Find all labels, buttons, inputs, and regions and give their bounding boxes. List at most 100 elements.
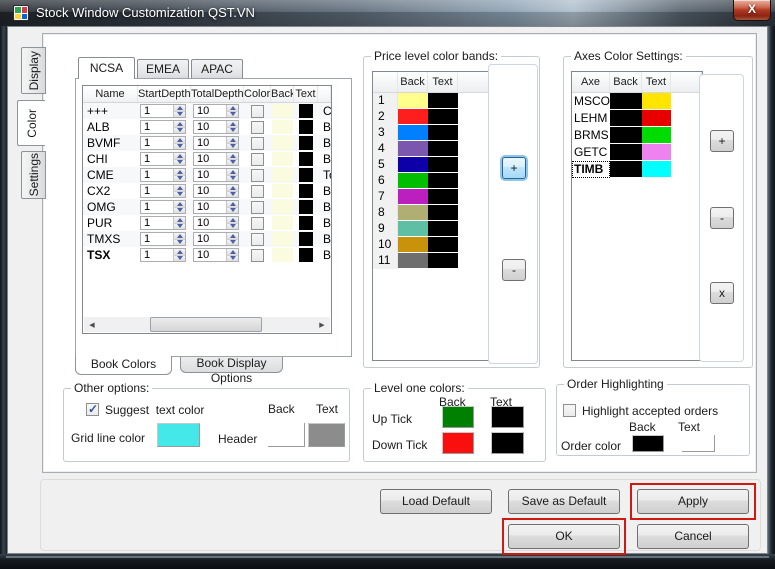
back-color-swatch[interactable] — [272, 248, 293, 262]
start-depth-value[interactable]: 1 — [141, 233, 173, 245]
back-color-swatch[interactable] — [398, 141, 428, 157]
start-depth-value[interactable]: 1 — [141, 217, 173, 229]
exchange-name-cell[interactable]: +++ — [83, 104, 138, 118]
color-checkbox[interactable] — [251, 105, 264, 118]
spin-down-button[interactable] — [227, 192, 238, 198]
exchange-name-cell[interactable]: OMG — [83, 200, 138, 214]
back-color-swatch[interactable] — [398, 237, 428, 253]
total-depth-value[interactable]: 10 — [194, 153, 226, 165]
suggest-text-color-checkbox[interactable] — [86, 403, 99, 416]
column-header-back[interactable]: Back — [271, 86, 294, 102]
spinner-buttons[interactable] — [173, 185, 185, 197]
color-checkbox[interactable] — [251, 137, 264, 150]
table-row[interactable]: CME 1 10 — [83, 167, 331, 183]
back-color-swatch[interactable] — [398, 205, 428, 221]
table-row[interactable]: PUR 1 10 — [83, 215, 331, 231]
spin-down-button[interactable] — [174, 160, 185, 166]
total-depth-value[interactable]: 10 — [194, 137, 226, 149]
axes-row[interactable]: GETC — [572, 144, 702, 161]
back-color-swatch[interactable] — [272, 200, 293, 214]
tab-settings[interactable]: Settings — [21, 151, 46, 199]
axes-row[interactable]: MSCO — [572, 93, 702, 110]
color-checkbox[interactable] — [251, 121, 264, 134]
down-tick-back-swatch[interactable] — [442, 432, 474, 454]
color-checkbox[interactable] — [251, 201, 264, 214]
back-color-swatch[interactable] — [398, 157, 428, 173]
order-text-color-swatch[interactable] — [682, 435, 715, 452]
spin-down-button[interactable] — [227, 144, 238, 150]
spinner-buttons[interactable] — [226, 105, 238, 117]
down-tick-text-swatch[interactable] — [491, 432, 524, 454]
axe-name-cell[interactable]: GETC — [572, 144, 610, 161]
spinner-buttons[interactable] — [226, 121, 238, 133]
total-depth-value[interactable]: 10 — [194, 217, 226, 229]
back-color-swatch[interactable] — [610, 110, 642, 127]
table-row[interactable]: +++ 1 10 — [83, 103, 331, 119]
delete-axe-button[interactable]: x — [710, 282, 734, 304]
exchange-name-cell[interactable]: PUR — [83, 216, 138, 230]
color-checkbox[interactable] — [251, 217, 264, 230]
text-color-swatch[interactable] — [428, 109, 458, 125]
back-color-swatch[interactable] — [398, 189, 428, 205]
spin-down-button[interactable] — [174, 224, 185, 230]
start-depth-value[interactable]: 1 — [141, 105, 173, 117]
spin-down-button[interactable] — [227, 176, 238, 182]
order-back-color-swatch[interactable] — [632, 435, 664, 452]
back-color-swatch[interactable] — [610, 93, 642, 110]
spin-down-button[interactable] — [174, 144, 185, 150]
spinner-buttons[interactable] — [226, 169, 238, 181]
back-color-swatch[interactable] — [610, 144, 642, 161]
text-color-swatch[interactable] — [299, 184, 313, 198]
spinner-buttons[interactable] — [226, 249, 238, 261]
back-color-swatch[interactable] — [272, 184, 293, 198]
spin-down-button[interactable] — [174, 208, 185, 214]
scrollbar-track[interactable] — [100, 317, 314, 332]
exchange-name-cell[interactable]: CHI — [83, 152, 138, 166]
spinner-buttons[interactable] — [173, 153, 185, 165]
back-color-swatch[interactable] — [272, 136, 293, 150]
text-color-swatch[interactable] — [299, 120, 313, 134]
text-color-swatch[interactable] — [428, 173, 458, 189]
back-color-swatch[interactable] — [610, 161, 642, 178]
axe-name-cell[interactable]: LEHM — [572, 110, 610, 127]
header-back-color-swatch[interactable] — [268, 423, 305, 447]
text-color-swatch[interactable] — [428, 157, 458, 173]
tab-apac[interactable]: APAC — [191, 59, 243, 79]
spinner-buttons[interactable] — [226, 201, 238, 213]
text-color-swatch[interactable] — [428, 125, 458, 141]
tab-book-colors[interactable]: Book Colors — [75, 356, 172, 375]
color-checkbox[interactable] — [251, 233, 264, 246]
scroll-left-button[interactable]: ◀ — [84, 317, 100, 332]
cancel-button[interactable]: Cancel — [637, 524, 749, 549]
up-tick-back-swatch[interactable] — [442, 406, 474, 428]
column-header-color[interactable]: Color — [244, 86, 271, 102]
spinner-buttons[interactable] — [173, 233, 185, 245]
total-depth-spinner[interactable]: 10 — [193, 232, 239, 246]
start-depth-spinner[interactable]: 1 — [140, 184, 186, 198]
spin-down-button[interactable] — [227, 224, 238, 230]
total-depth-spinner[interactable]: 10 — [193, 136, 239, 150]
total-depth-spinner[interactable]: 10 — [193, 120, 239, 134]
back-color-swatch[interactable] — [272, 232, 293, 246]
start-depth-spinner[interactable]: 1 — [140, 216, 186, 230]
spinner-buttons[interactable] — [173, 201, 185, 213]
highlight-accepted-orders-checkbox[interactable] — [563, 404, 576, 417]
back-color-swatch[interactable] — [610, 127, 642, 144]
header-text-color-swatch[interactable] — [308, 423, 345, 447]
total-depth-spinner[interactable]: 10 — [193, 200, 239, 214]
exchange-name-cell[interactable]: CX2 — [83, 184, 138, 198]
start-depth-value[interactable]: 1 — [141, 153, 173, 165]
spinner-buttons[interactable] — [226, 153, 238, 165]
load-default-button[interactable]: Load Default — [380, 489, 492, 514]
spin-down-button[interactable] — [174, 240, 185, 246]
back-color-swatch[interactable] — [398, 109, 428, 125]
total-depth-value[interactable]: 10 — [194, 185, 226, 197]
remove-price-band-button[interactable]: - — [502, 259, 526, 281]
text-color-swatch[interactable] — [299, 168, 313, 182]
spin-down-button[interactable] — [227, 128, 238, 134]
start-depth-spinner[interactable]: 1 — [140, 152, 186, 166]
start-depth-spinner[interactable]: 1 — [140, 232, 186, 246]
start-depth-spinner[interactable]: 1 — [140, 104, 186, 118]
column-header-text[interactable]: Text — [294, 86, 318, 102]
total-depth-spinner[interactable]: 10 — [193, 168, 239, 182]
